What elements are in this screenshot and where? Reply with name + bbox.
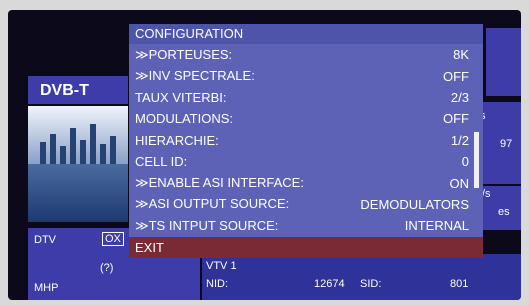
menu-item-hierarchie[interactable]: HIERARCHIE: 1/2	[129, 130, 483, 151]
menu-item-value: 1/2	[450, 132, 469, 148]
tv-screen: DVB-T s 97 /s es DTV OX (?) MHP VTV 1 NI…	[8, 10, 521, 300]
configuration-menu: CONFIGURATION ≫PORTEUSES: 8K ≫INV SPECTR…	[129, 24, 483, 258]
menu-item-value: 8K	[453, 47, 469, 63]
menu-item-value: OFF	[443, 68, 469, 84]
menu-item-cell-id[interactable]: CELL ID: 0	[129, 151, 483, 172]
sid-value: 801	[450, 278, 469, 290]
right-97: 97	[500, 138, 513, 150]
menu-item-value: INTERNAL	[404, 218, 469, 234]
menu-item-value: 2/3	[450, 89, 469, 105]
mhp-label: MHP	[34, 282, 59, 294]
channel-info-bar: VTV 1 NID: 12674 SID: 801	[202, 254, 521, 300]
channel-name: VTV 1	[206, 260, 237, 272]
menu-item-label: ≫ASI OUTPUT SOURCE:	[135, 196, 290, 212]
menu-item-label: HIERARCHIE:	[135, 132, 219, 148]
nid-value: 12674	[314, 278, 345, 290]
right-es: es	[498, 206, 510, 218]
menu-item-asi-output-source[interactable]: ≫ASI OUTPUT SOURCE: DEMODULATORS	[129, 194, 483, 215]
exit-button[interactable]: EXIT	[129, 236, 483, 258]
right-s: /s	[482, 188, 491, 200]
menu-item-label: MODULATIONS:	[135, 111, 233, 127]
menu-item-label: ≫TS INTPUT SOURCE:	[135, 217, 279, 233]
menu-item-label: TAUX VITERBI:	[135, 89, 227, 105]
menu-item-taux-viterbi[interactable]: TAUX VITERBI: 2/3	[129, 87, 483, 108]
menu-item-ts-input-source[interactable]: ≫TS INTPUT SOURCE: INTERNAL	[129, 215, 483, 236]
menu-item-inv-spectrale[interactable]: ≫INV SPECTRALE: OFF	[129, 65, 483, 86]
menu-item-value: DEMODULATORS	[360, 196, 469, 212]
menu-item-value: ON	[449, 175, 470, 191]
right-info-panel: s 97	[478, 102, 521, 184]
menu-item-label: ≫ENABLE ASI INTERFACE:	[135, 175, 304, 191]
menu-title: CONFIGURATION	[129, 24, 483, 44]
exit-label: EXIT	[135, 239, 164, 255]
sid-label: SID:	[360, 278, 382, 290]
menu-item-label: CELL ID:	[135, 154, 188, 170]
top-right-panel	[486, 28, 521, 96]
menu-item-porteuses[interactable]: ≫PORTEUSES: 8K	[129, 44, 483, 65]
dvbt-label: DVB-T	[28, 76, 128, 104]
menu-item-label: ≫PORTEUSES:	[135, 46, 233, 62]
menu-item-label: ≫INV SPECTRALE:	[135, 68, 255, 84]
menu-item-value: OFF	[443, 111, 469, 127]
dtv-box: OX	[102, 232, 124, 246]
right-info-panel-2: /s es	[478, 186, 521, 230]
menu-item-enable-asi[interactable]: ≫ENABLE ASI INTERFACE: ON	[129, 172, 483, 193]
question-label: (?)	[100, 262, 114, 274]
menu-scrollbar[interactable]	[474, 132, 479, 188]
nid-label: NID:	[206, 278, 228, 290]
menu-item-value: 0	[461, 154, 469, 170]
channel-thumbnail	[28, 106, 128, 222]
menu-item-modulations[interactable]: MODULATIONS: OFF	[129, 108, 483, 129]
dtv-label: DTV	[34, 234, 56, 246]
